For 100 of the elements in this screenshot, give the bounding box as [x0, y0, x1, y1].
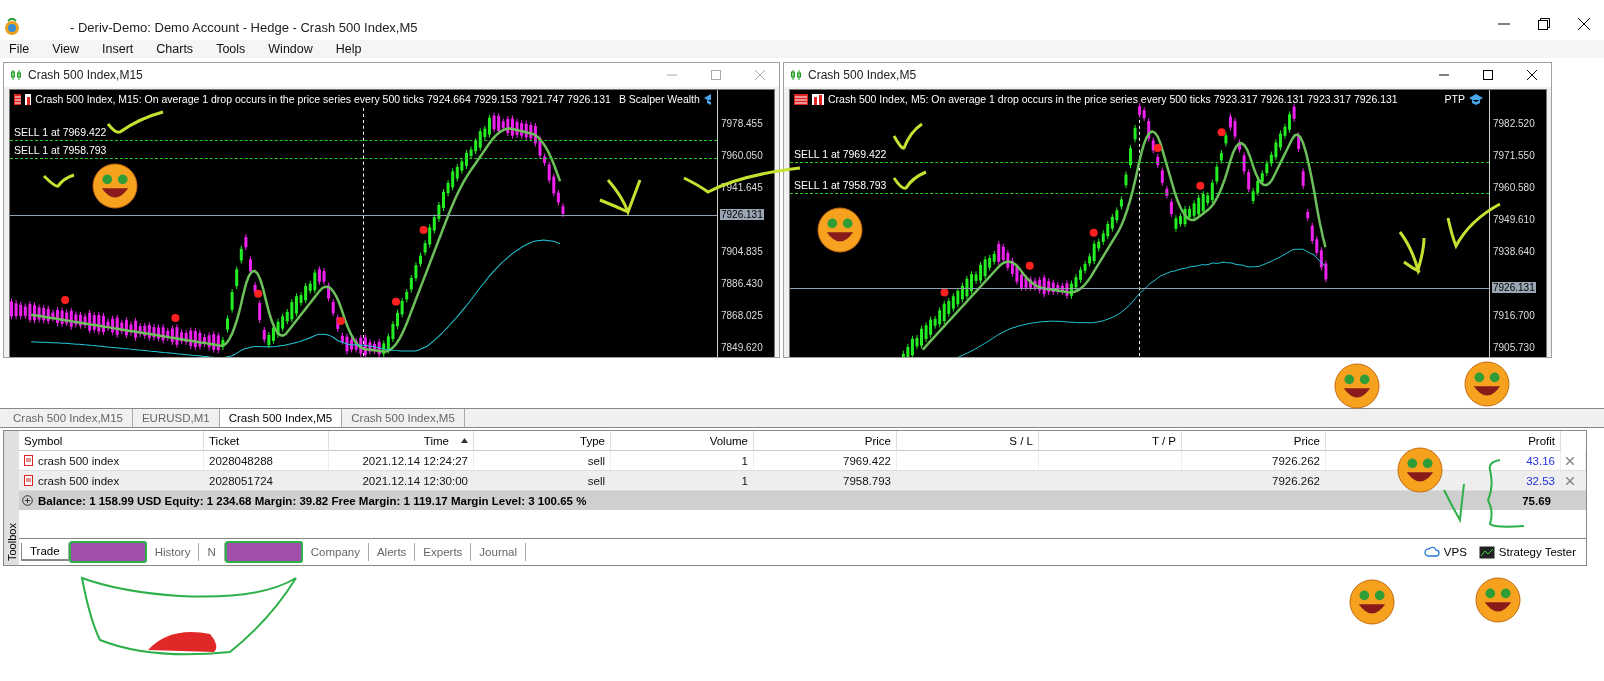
- table-icon: [794, 93, 808, 105]
- panel-tab[interactable]: Experts: [415, 543, 472, 561]
- price-tick-label: 7960.580: [1492, 182, 1536, 193]
- smiley-icon: [1475, 577, 1521, 623]
- order-label: SELL 1 at 7958.793: [14, 144, 107, 157]
- order-label: SELL 1 at 7969.422: [794, 148, 887, 161]
- panel-tab[interactable]: Company: [302, 543, 369, 561]
- close-icon: [1527, 70, 1537, 80]
- table-cell: 2028051724: [204, 471, 329, 490]
- table-cell: 7926.262: [1182, 451, 1326, 470]
- price-tick-label: 7905.730: [1492, 342, 1536, 353]
- panel-tab[interactable]: Alerts: [368, 543, 416, 561]
- menu-item[interactable]: View: [52, 42, 80, 56]
- order-label: SELL 1 at 7969.422: [14, 125, 107, 138]
- check-mark-doodle: [42, 173, 75, 188]
- table-cell: 2021.12.14 12:24:27: [329, 451, 474, 470]
- price-tick-label: 7971.550: [1492, 150, 1536, 161]
- price-tick-label: 7978.455: [720, 118, 764, 129]
- table-cell: sell: [474, 451, 611, 470]
- arrow-doodle: [598, 178, 642, 214]
- chart-tab[interactable]: Crash 500 Index,M5: [219, 409, 343, 427]
- expert-name: B Scalper Wealth: [618, 93, 700, 105]
- panel-tab[interactable]: N: [199, 543, 225, 561]
- smiley-icon: [92, 163, 138, 209]
- price-tick-label: 7886.430: [720, 278, 764, 289]
- chart-info: Crash 500 Index, M5: On average 1 drop occurs in the price series every 500 ticks 7923.317 7926.131 7923.317 7926.131: [828, 93, 1398, 105]
- bars-icon: [25, 93, 32, 105]
- candlestick-icon: [10, 69, 22, 81]
- total-profit: 75.69: [1522, 494, 1551, 507]
- check-mark-doodle: [892, 122, 923, 150]
- price-tick-label: 7868.025: [720, 310, 764, 321]
- candlestick-icon: [790, 69, 802, 81]
- check-mark-doodle: [892, 170, 927, 190]
- price-tick-label: 7960.050: [720, 150, 764, 161]
- maximize-icon: [711, 70, 721, 80]
- panel-tab[interactable]: Trade: [21, 543, 69, 561]
- table-cell: 7969.422: [754, 451, 897, 470]
- chart-title: Crash 500 Index,M15: [28, 68, 143, 82]
- window-title: - Deriv-Demo: Demo Account - Hedge - Crash 500 Index,M5: [70, 20, 418, 35]
- bars-icon: [812, 93, 824, 105]
- smiley-icon: [1334, 363, 1380, 409]
- current-price-label: 7926.131: [720, 208, 764, 220]
- graduation-cap-icon: [1469, 93, 1483, 105]
- close-icon: [1578, 18, 1590, 30]
- menu-item[interactable]: Insert: [102, 42, 134, 56]
- expand-icon[interactable]: [22, 495, 33, 506]
- graduation-cap-icon: [703, 93, 711, 105]
- table-cell: crash 500 index: [19, 471, 204, 490]
- price-tick-label: 7938.640: [1492, 246, 1536, 257]
- sort-ascending-icon: [461, 438, 468, 443]
- app-logo-icon: [4, 18, 20, 36]
- toolbox-label: Toolbox: [4, 431, 19, 565]
- expert-name: PTP: [1444, 93, 1465, 105]
- price-tick-label: 7849.620: [720, 342, 764, 353]
- minimize-icon: [667, 74, 677, 76]
- check-mark-doodle: [1443, 483, 1465, 521]
- table-cell: 2028048288: [204, 451, 329, 470]
- panel-tab[interactable]: History: [146, 543, 200, 561]
- table-cell: 1: [611, 451, 754, 470]
- chart-info: Crash 500 Index, M15: On average 1 drop occurs in the price series every 500 ticks 7924.664 7929.153 7921.747 7926.131: [35, 93, 611, 105]
- current-price-label: 7926.131: [1492, 282, 1536, 294]
- menu-item[interactable]: Tools: [216, 42, 246, 56]
- chart-title: Crash 500 Index,M5: [808, 68, 917, 82]
- check-mark-doodle: [106, 110, 164, 134]
- maximize-icon: [1483, 70, 1493, 80]
- account-summary: Balance: 1 158.99 USD Equity: 1 234.68 Margin: 39.82 Free Margin: 1 119.17 Margin Level: 3 100.65 %: [38, 494, 587, 507]
- table-cell: sell: [474, 471, 611, 490]
- document-icon: [24, 475, 33, 486]
- price-tick-label: 7904.835: [720, 246, 764, 257]
- smiley-icon: [1397, 447, 1443, 493]
- smiley-icon: [817, 207, 863, 253]
- price-tick-label: 7982.520: [1492, 118, 1536, 129]
- table-row[interactable]: crash 500 index 2028051724 2021.12.14 12:30:00 sell 1 7958.793 7926.262 32.53: [19, 471, 1586, 491]
- table-cell: crash 500 index: [19, 451, 204, 470]
- menu-item[interactable]: Help: [335, 42, 362, 56]
- chart-monitor-icon: [1478, 545, 1495, 559]
- close-icon: [755, 70, 765, 80]
- vps-button[interactable]: VPS: [1421, 546, 1469, 558]
- table-cell: 7958.793: [754, 471, 897, 490]
- arrow-doodle: [1398, 230, 1426, 274]
- table-cell: 1: [611, 471, 754, 490]
- menu-item[interactable]: Charts: [156, 42, 194, 56]
- table-cell: 2021.12.14 12:30:00: [329, 471, 474, 490]
- cloud-icon: [1423, 546, 1440, 558]
- menu-item[interactable]: File: [9, 42, 30, 56]
- minimize-icon: [1498, 23, 1510, 25]
- price-tick-label: 7916.700: [1492, 310, 1536, 321]
- strategy-tester-button[interactable]: Strategy Tester: [1476, 545, 1578, 559]
- panel-tab[interactable]: Journal: [471, 543, 527, 561]
- restore-icon: [1538, 18, 1550, 30]
- smiley-icon: [1349, 579, 1395, 625]
- minimize-icon: [1439, 74, 1449, 76]
- close-icon[interactable]: [1566, 456, 1574, 465]
- table-row[interactable]: crash 500 index 2028048288 2021.12.14 12:24:27 sell 1 7969.422 7926.262 43.16: [19, 451, 1586, 471]
- price-tick-label: 7949.610: [1492, 214, 1536, 225]
- table-cell: 7926.262: [1182, 471, 1326, 490]
- menu-item[interactable]: Window: [268, 42, 313, 56]
- close-icon[interactable]: [1566, 476, 1574, 485]
- order-label: SELL 1 at 7958.793: [794, 179, 887, 192]
- smiley-icon: [1464, 361, 1510, 407]
